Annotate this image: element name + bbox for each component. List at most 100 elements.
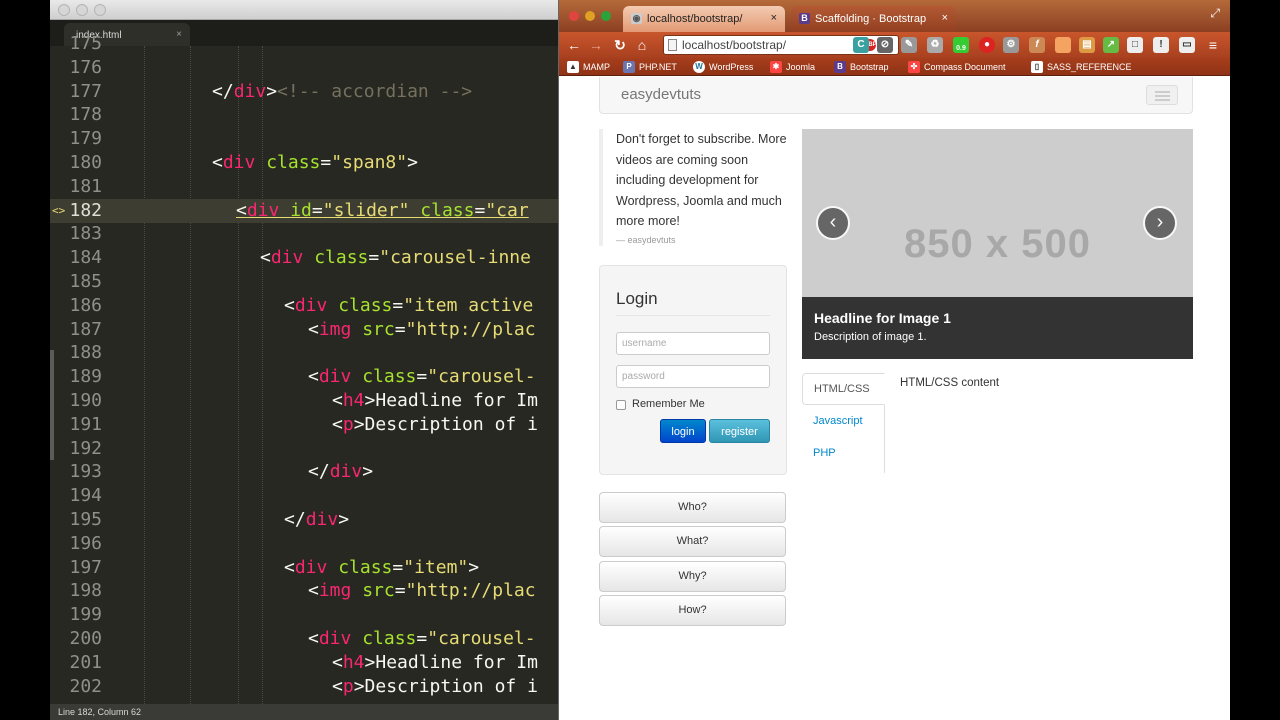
line-number: 200 bbox=[69, 628, 102, 649]
forward-icon[interactable]: → bbox=[587, 36, 605, 54]
bookmark-sass-reference[interactable]: ▯ SASS_REFERENCE bbox=[1031, 60, 1132, 74]
line-number: 194 bbox=[69, 485, 102, 507]
bookmark-mamp[interactable]: ▲ MAMP bbox=[567, 60, 610, 74]
extension-icon[interactable]: f bbox=[1029, 37, 1045, 53]
extension-icon[interactable]: ⚙ bbox=[1003, 37, 1019, 53]
code-line[interactable]: 183 bbox=[50, 222, 570, 246]
tab-html-css[interactable]: HTML/CSS bbox=[802, 373, 885, 405]
fullscreen-icon[interactable]: ⤢ bbox=[1210, 6, 1220, 21]
code-line[interactable]: 179 bbox=[50, 127, 570, 151]
window-zoom-button[interactable] bbox=[94, 4, 106, 16]
code-text: <div class="item"> bbox=[284, 556, 480, 578]
code-line[interactable]: 185 bbox=[50, 270, 570, 294]
window-zoom-button[interactable] bbox=[601, 11, 611, 21]
code-line[interactable]: 190 <h4>Headline for Im bbox=[50, 389, 570, 413]
code-line[interactable]: 192 bbox=[50, 437, 570, 461]
accordion-why-button[interactable]: Why? bbox=[599, 561, 786, 592]
bookmark-bootstrap[interactable]: B Bootstrap bbox=[834, 60, 889, 74]
username-input[interactable] bbox=[616, 332, 770, 355]
code-line[interactable]: 197 <div class="item"> bbox=[50, 556, 570, 580]
page-icon bbox=[668, 39, 677, 51]
wordpress-icon: W bbox=[693, 61, 705, 73]
bookmark-wordpress[interactable]: W WordPress bbox=[693, 60, 753, 74]
code-line[interactable]: 196 bbox=[50, 532, 570, 556]
code-line[interactable]: 189 <div class="carousel- bbox=[50, 365, 570, 389]
code-line[interactable]: 184 <div class="carousel-inne bbox=[50, 246, 570, 270]
code-line[interactable]: 201 <h4>Headline for Im bbox=[50, 651, 570, 675]
extension-icon[interactable]: ▤ bbox=[1079, 37, 1095, 53]
code-line[interactable]: 200 <div class="carousel- bbox=[50, 627, 570, 651]
window-close-button[interactable] bbox=[569, 11, 579, 21]
bookmark-php-net[interactable]: P PHP.NET bbox=[623, 60, 677, 74]
back-icon[interactable]: ← bbox=[565, 36, 583, 54]
menu-icon[interactable]: ≡ bbox=[1205, 37, 1221, 53]
code-line[interactable]: 198 <img src="http://plac bbox=[50, 579, 570, 603]
line-number: 192 bbox=[69, 437, 102, 459]
line-number: 176 bbox=[69, 56, 102, 78]
color-picker-icon[interactable] bbox=[1055, 37, 1071, 53]
screen-icon[interactable]: ▭ bbox=[1179, 37, 1195, 53]
window-minimize-button[interactable] bbox=[585, 11, 595, 21]
code-line[interactable]: 194 bbox=[50, 484, 570, 508]
tab-php[interactable]: PHP bbox=[802, 438, 885, 470]
code-line[interactable]: 187 <img src="http://plac bbox=[50, 318, 570, 342]
extension-icon[interactable]: ! bbox=[1153, 37, 1169, 53]
record-icon[interactable]: ● bbox=[979, 37, 995, 53]
brand-link[interactable]: easydevtuts bbox=[621, 86, 701, 103]
window-close-button[interactable] bbox=[58, 4, 70, 16]
password-input[interactable] bbox=[616, 365, 770, 388]
extension-icon[interactable]: ♻ bbox=[927, 37, 943, 53]
accordion-how-button[interactable]: How? bbox=[599, 595, 786, 626]
editor-status-bar: Line 182, Column 62 bbox=[50, 704, 570, 720]
code-line[interactable]: 181 bbox=[50, 175, 570, 199]
code-line[interactable]: 188 bbox=[50, 341, 570, 365]
quote-source: — easydevtuts bbox=[616, 234, 676, 245]
line-number: 201 bbox=[69, 651, 102, 673]
code-text: <div class="item active bbox=[284, 294, 534, 316]
code-line[interactable]: 191 <p>Description of i bbox=[50, 413, 570, 437]
code-line[interactable]: 178 bbox=[50, 103, 570, 127]
carousel-next-button[interactable]: › bbox=[1143, 206, 1177, 240]
code-area[interactable]: 175 176 177 </div><!-- accordian --> 178 179 1… bbox=[50, 33, 570, 704]
accordion-who-button[interactable]: Who? bbox=[599, 492, 786, 523]
editor-scrollbar[interactable] bbox=[50, 350, 54, 460]
code-line[interactable]: 193 </div> bbox=[50, 460, 570, 484]
home-icon[interactable]: ⌂ bbox=[633, 36, 651, 54]
register-button[interactable]: register bbox=[709, 419, 770, 443]
nav-toggle-button[interactable] bbox=[1146, 85, 1178, 105]
bookmark-compass[interactable]: ✜ Compass Document bbox=[908, 60, 1006, 74]
tab-localhost-bootstrap[interactable]: ◉ localhost/bootstrap/ × bbox=[623, 6, 785, 32]
extension-icon[interactable]: ✎ bbox=[901, 37, 917, 53]
code-line[interactable]: 202 <p>Description of i bbox=[50, 675, 570, 699]
tab-javascript[interactable]: Javascript bbox=[802, 406, 885, 438]
tab-label: Scaffolding · Bootstrap bbox=[815, 13, 927, 25]
code-line[interactable]: 175 bbox=[50, 32, 570, 56]
extension-icon[interactable]: □ bbox=[1127, 37, 1143, 53]
code-line[interactable]: 182 <> <div id="slider" class="car bbox=[50, 198, 570, 223]
line-number: 187 bbox=[69, 318, 102, 340]
code-line[interactable]: 180 <div class="span8"> bbox=[50, 151, 570, 175]
login-button[interactable]: login bbox=[660, 419, 706, 443]
code-line[interactable]: 176 bbox=[50, 56, 570, 80]
navbar: easydevtuts bbox=[599, 77, 1193, 114]
carousel-prev-button[interactable]: ‹ bbox=[816, 206, 850, 240]
window-minimize-button[interactable] bbox=[76, 4, 88, 16]
bookmarks-bar: ▲ MAMP P PHP.NET W WordPress ✱ Joomla B Boots… bbox=[559, 58, 1230, 76]
extension-icon[interactable]: C bbox=[853, 37, 869, 53]
php-icon: P bbox=[623, 61, 635, 73]
extension-icon[interactable]: ⊘ bbox=[877, 37, 893, 53]
line-number: 185 bbox=[69, 271, 102, 292]
code-line[interactable]: 186 <div class="item active bbox=[50, 294, 570, 318]
reload-icon[interactable]: ↻ bbox=[611, 36, 629, 54]
code-line[interactable]: 199 bbox=[50, 603, 570, 627]
extension-badge-icon[interactable]: 0.9 bbox=[953, 37, 969, 53]
extension-icon[interactable]: ↗ bbox=[1103, 37, 1119, 53]
bookmark-joomla[interactable]: ✱ Joomla bbox=[770, 60, 815, 74]
accordion-what-button[interactable]: What? bbox=[599, 526, 786, 557]
close-icon[interactable]: × bbox=[771, 12, 777, 24]
code-line[interactable]: 195 </div> bbox=[50, 508, 570, 532]
remember-me-checkbox[interactable] bbox=[616, 400, 626, 410]
code-line[interactable]: 177 </div><!-- accordian --> bbox=[50, 80, 570, 104]
close-icon[interactable]: × bbox=[942, 12, 948, 24]
tab-scaffolding-bootstrap[interactable]: B Scaffolding · Bootstrap × bbox=[791, 6, 956, 32]
